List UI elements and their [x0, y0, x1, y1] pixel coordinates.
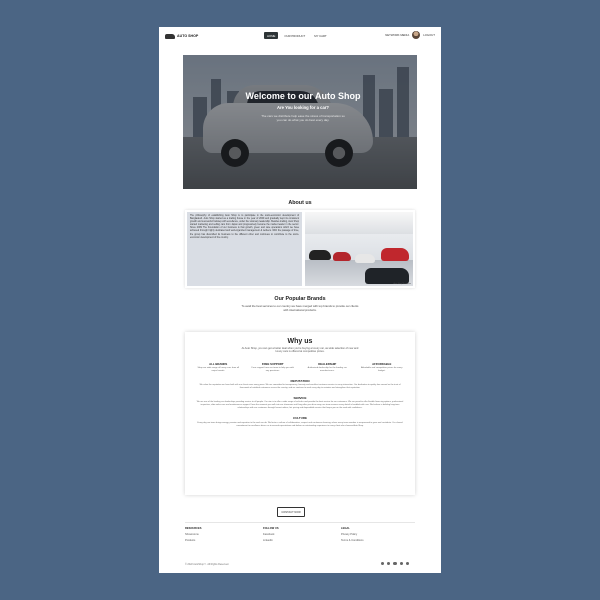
footer-link-products[interactable]: Products — [185, 539, 245, 542]
twitter-icon[interactable] — [387, 562, 391, 566]
copyright: © 2022 AutoShop™. All Rights Reserved. — [185, 563, 230, 566]
brand-name: AUTO SHOP — [177, 34, 199, 38]
feature-desc: Free support from our team to help you w… — [251, 366, 294, 372]
brands-subtitle: To avail the best services to our countr… — [241, 304, 359, 312]
contact-now-button[interactable]: CONTACT NOW — [277, 507, 305, 517]
about-title: About us — [288, 200, 312, 206]
brand-logo[interactable]: AUTO SHOP — [165, 33, 199, 39]
feature-affordable: AFFORDABLE Affordable and competitive pr… — [359, 362, 405, 373]
footer-link-facebook[interactable]: Facebook — [263, 533, 323, 536]
footer-link-showrooms[interactable]: Showrooms — [185, 533, 245, 536]
footer-link-privacy[interactable]: Privacy Policy — [341, 533, 401, 536]
footer-column-follow: FOLLOW US Facebook LinkedIn — [263, 527, 323, 542]
showroom-car — [333, 252, 351, 261]
section-text: We value the reputation we have built wi… — [199, 384, 401, 390]
user-name: NETWORK MEDIA — [385, 33, 410, 37]
showroom-car — [309, 250, 331, 260]
showroom-car — [381, 248, 409, 261]
car-logo-icon — [165, 33, 175, 39]
about-card: The philosophy of establishing Auto Shop… — [185, 210, 415, 288]
section-title: CULTURE — [292, 416, 308, 421]
feature-all-brands: ALL BRANDS Shop our wide range of luxury… — [195, 362, 241, 373]
section-reputation: REPUTATION We value the reputation we ha… — [191, 379, 409, 390]
hero-banner: Welcome to our Auto Shop Are You looking… — [183, 55, 417, 189]
showroom-image: Auto Shop Showroom — [305, 212, 413, 286]
footer-link-linkedin[interactable]: LinkedIn — [263, 539, 323, 542]
section-title: REPUTATION — [290, 378, 310, 383]
footer-heading: RESOURCES — [185, 527, 202, 530]
hero-overlay — [183, 55, 417, 189]
nav-link-our-product[interactable]: OUR PRODUCT — [281, 32, 308, 39]
showroom-car — [365, 268, 409, 284]
feature-title: ALL BRANDS — [209, 361, 228, 366]
section-title: SERVICE — [293, 395, 307, 400]
nav-user-area: NETWORK MEDIA LOGOUT — [385, 31, 435, 39]
avatar[interactable] — [412, 31, 421, 39]
section-text: Every day our team brings energy, passio… — [197, 421, 403, 427]
hero-text: Welcome to our Auto Shop Are You looking… — [243, 91, 363, 122]
feature-desc: Shop our wide range of luxury cars from … — [197, 366, 240, 372]
why-us-intro: At Auto Shop, you can get a better deal … — [241, 347, 359, 354]
instagram-icon[interactable] — [393, 562, 397, 566]
github-icon[interactable] — [399, 562, 403, 566]
brands-title: Our Popular Brands — [274, 296, 326, 302]
social-icons — [381, 562, 409, 566]
navbar: AUTO SHOP HOME OUR PRODUCT MY CART NETWO… — [159, 27, 441, 45]
nav-link-my-cart[interactable]: MY CART — [311, 32, 330, 39]
feature-dealership: DEALERSHIP Authorized dealership for the… — [304, 362, 350, 373]
footer-link-terms[interactable]: Terms & Conditions — [341, 539, 401, 542]
footer-column-legal: LEGAL Privacy Policy Terms & Conditions — [341, 527, 401, 542]
feature-desc: Affordable and competitive prices for ev… — [361, 366, 403, 372]
hero-subtitle: Are You looking for a car? — [277, 105, 329, 110]
nav-link-home[interactable]: HOME — [264, 32, 279, 39]
features-row: ALL BRANDS Shop our wide range of luxury… — [191, 362, 409, 373]
image-caption: Auto Shop Showroom — [393, 283, 411, 285]
footer-heading: FOLLOW US — [263, 527, 279, 530]
feature-title: DEALERSHIP — [318, 361, 337, 366]
page: AUTO SHOP HOME OUR PRODUCT MY CART NETWO… — [159, 27, 441, 573]
section-culture: CULTURE Every day our team brings energy… — [191, 416, 409, 427]
section-text: We are one of the leading car dealership… — [196, 401, 404, 410]
section-service: SERVICE We are one of the leading car de… — [191, 396, 409, 410]
dribbble-icon[interactable] — [405, 562, 409, 566]
about-text: The philosophy of establishing Auto Shop… — [187, 212, 302, 286]
logout-button[interactable]: LOGOUT — [423, 33, 435, 37]
hero-title: Welcome to our Auto Shop — [245, 91, 361, 101]
why-us-card: Why us At Auto Shop, you can get a bette… — [185, 332, 415, 495]
feature-desc: Authorized dealership for the leading ca… — [307, 366, 347, 372]
nav-links: HOME OUR PRODUCT MY CART — [264, 32, 330, 39]
showroom-car — [355, 254, 375, 263]
hero-description: The cars we distribute help ease the str… — [261, 114, 345, 122]
showroom-ceiling — [305, 212, 413, 234]
why-us-title: Why us — [287, 338, 313, 345]
feature-title: AFFORDABLE — [372, 361, 392, 366]
footer-heading: LEGAL — [341, 527, 350, 530]
footer-divider — [185, 522, 415, 523]
footer-column-resources: RESOURCES Showrooms Products — [185, 527, 245, 542]
feature-free-support: FREE SUPPORT Free support from our team … — [250, 362, 296, 373]
feature-title: FREE SUPPORT — [261, 361, 284, 366]
facebook-icon[interactable] — [381, 562, 385, 566]
